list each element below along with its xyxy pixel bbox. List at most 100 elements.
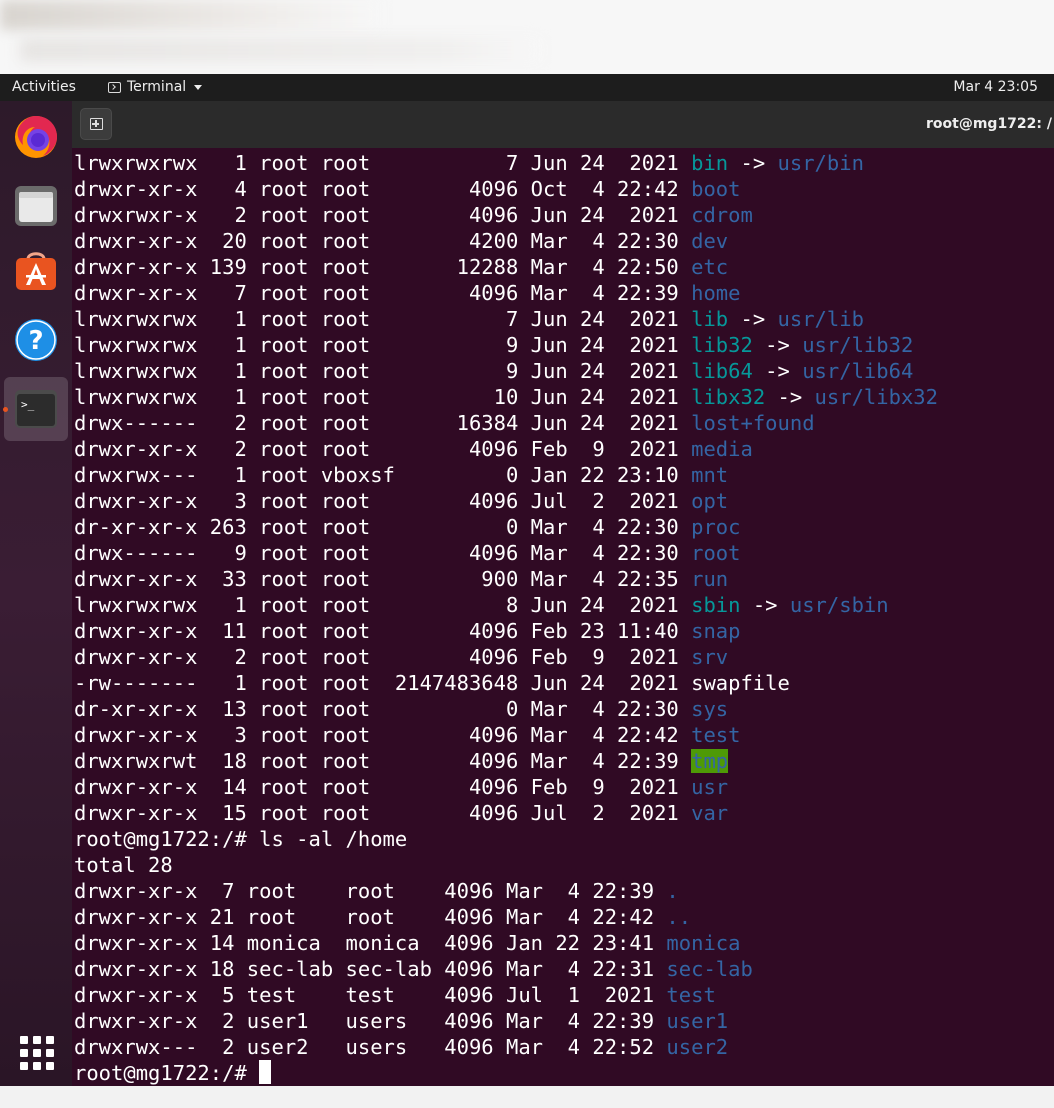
terminal-line: lrwxrwxrwx 1 root root 9 Jun 24 2021 lib… [74, 358, 938, 384]
activities-button[interactable]: Activities [12, 79, 76, 95]
file-name: sys [691, 697, 729, 721]
line-text: lrwxrwxrwx 1 root root 9 Jun 24 2021 [74, 333, 692, 357]
file-name: usr/libx32 [814, 385, 938, 409]
terminal-line: -rw------- 1 root root 2147483648 Jun 24… [74, 670, 938, 696]
line-text: drwxr-xr-x 3 root root 4096 Jul 2 2021 [74, 489, 692, 513]
terminal-line: lrwxrwxrwx 1 root root 10 Jun 24 2021 li… [74, 384, 938, 410]
line-text: drwxr-xr-x 20 root root 4200 Mar 4 22:30 [74, 229, 692, 253]
terminal-line: drwxr-xr-x 14 root root 4096 Feb 9 2021 … [74, 774, 938, 800]
file-name: monica [666, 931, 741, 955]
terminal-line: drwxr-xr-x 7 root root 4096 Mar 4 22:39 … [74, 878, 938, 904]
line-text: dr-xr-xr-x 263 root root 0 Mar 4 22:30 [74, 515, 692, 539]
line-text: drwxr-xr-x 7 root root 4096 Mar 4 22:39 [74, 879, 667, 903]
line-text: lrwxrwxrwx 1 root root 10 Jun 24 2021 [74, 385, 692, 409]
terminal-line: drwxrwxrwt 18 root root 4096 Mar 4 22:39… [74, 748, 938, 774]
file-name: opt [691, 489, 729, 513]
file-name: usr/lib [777, 307, 864, 331]
shell-prompt: root@mg1722:/# [74, 1061, 260, 1085]
gnome-top-bar: Activities Terminal Mar 4 23:05 [0, 74, 1054, 101]
line-text: lrwxrwxrwx 1 root root 8 Jun 24 2021 [74, 593, 692, 617]
desktop-bottom-strip [0, 1086, 1054, 1108]
file-name: srv [691, 645, 729, 669]
terminal-line: drwxr-xr-x 18 sec-lab sec-lab 4096 Mar 4… [74, 956, 938, 982]
help-icon[interactable]: ? [13, 317, 59, 363]
terminal-line: drwx------ 2 root root 16384 Jun 24 2021… [74, 410, 938, 436]
file-name: . [666, 879, 679, 903]
line-text: drwxr-xr-x 14 monica monica 4096 Jan 22 … [74, 931, 667, 955]
file-name: boot [691, 177, 741, 201]
chevron-down-icon [194, 84, 203, 90]
line-text: total 28 [74, 853, 173, 877]
firefox-icon[interactable] [13, 113, 59, 159]
file-name: user1 [666, 1009, 729, 1033]
terminal-output[interactable]: lrwxrwxrwx 1 root root 7 Jun 24 2021 bin… [72, 148, 1054, 1086]
terminal-line: drwxr-xr-x 14 monica monica 4096 Jan 22 … [74, 930, 938, 956]
app-menu-terminal[interactable]: Terminal [108, 79, 203, 95]
line-text: drwxr-xr-x 33 root root 900 Mar 4 22:35 [74, 567, 692, 591]
file-name: proc [691, 515, 741, 539]
line-text: lrwxrwxrwx 1 root root 9 Jun 24 2021 [74, 359, 692, 383]
file-name: cdrom [691, 203, 753, 227]
terminal-icon [108, 81, 121, 93]
window-title: root@mg1722: / [926, 116, 1052, 132]
line-text: drwxr-xr-x 4 root root 4096 Oct 4 22:42 [74, 177, 692, 201]
line-text: drwxrwx--- 2 user2 users 4096 Mar 4 22:5… [74, 1035, 667, 1059]
software-store-icon[interactable] [13, 247, 59, 293]
file-name: lib64 [691, 359, 753, 383]
terminal-line: lrwxrwxrwx 1 root root 9 Jun 24 2021 lib… [74, 332, 938, 358]
terminal-icon[interactable]: >_ [13, 386, 59, 432]
prompt-line[interactable]: root@mg1722:/# [74, 1060, 938, 1086]
terminal-line: drwxr-xr-x 2 root root 4096 Feb 9 2021 s… [74, 644, 938, 670]
terminal-line: lrwxrwxrwx 1 root root 7 Jun 24 2021 bin… [74, 150, 938, 176]
file-name: test [691, 723, 741, 747]
running-indicator [3, 407, 8, 412]
file-name: lib [691, 307, 729, 331]
line-text: drwxr-xr-x 18 sec-lab sec-lab 4096 Mar 4… [74, 957, 667, 981]
line-text: -> [728, 307, 778, 331]
svg-text:>_: >_ [21, 398, 35, 411]
line-text: drwxr-xr-x 2 root root 4096 Feb 9 2021 [74, 437, 692, 461]
terminal-line: lrwxrwxrwx 1 root root 7 Jun 24 2021 lib… [74, 306, 938, 332]
line-text: dr-xr-xr-x 13 root root 0 Mar 4 22:30 [74, 697, 692, 721]
show-apps-icon[interactable] [20, 1036, 54, 1070]
terminal-line: drwxrwx--- 2 user2 users 4096 Mar 4 22:5… [74, 1034, 938, 1060]
file-name: .. [666, 905, 692, 929]
terminal-line: drwxr-xr-x 7 root root 4096 Mar 4 22:39 … [74, 280, 938, 306]
file-name: run [691, 567, 729, 591]
file-name: snap [691, 619, 741, 643]
dock: ? >_ [0, 101, 72, 1086]
file-name: etc [691, 255, 729, 279]
file-name: usr/lib32 [802, 333, 914, 357]
terminal-line: drwx------ 9 root root 4096 Mar 4 22:30 … [74, 540, 938, 566]
line-text: -> [752, 359, 803, 383]
line-text: drwxr-xr-x 2 user1 users 4096 Mar 4 22:3… [74, 1009, 667, 1033]
file-name: sbin [691, 593, 741, 617]
new-tab-icon [90, 118, 103, 130]
file-name: usr/bin [777, 151, 864, 175]
new-tab-button[interactable] [80, 108, 112, 140]
app-menu-label: Terminal [127, 79, 187, 95]
svg-text:?: ? [28, 326, 43, 356]
terminal-line: drwxrwxr-x 2 root root 4096 Jun 24 2021 … [74, 202, 938, 228]
file-name: dev [691, 229, 729, 253]
file-name: media [691, 437, 753, 461]
file-name: usr [691, 775, 729, 799]
terminal-line: drwxr-xr-x 4 root root 4096 Oct 4 22:42 … [74, 176, 938, 202]
file-name: var [691, 801, 729, 825]
file-name: user2 [666, 1035, 729, 1059]
terminal-line: drwxr-xr-x 3 root root 4096 Jul 2 2021 o… [74, 488, 938, 514]
line-text: drwxrwx--- 1 root vboxsf 0 Jan 22 23:10 [74, 463, 692, 487]
blurred-region [0, 0, 380, 30]
terminal-line: drwxr-xr-x 3 root root 4096 Mar 4 22:42 … [74, 722, 938, 748]
line-text: drwx------ 9 root root 4096 Mar 4 22:30 [74, 541, 692, 565]
files-icon[interactable] [13, 183, 59, 229]
clock[interactable]: Mar 4 23:05 [953, 79, 1038, 95]
line-text: drwxrwxr-x 2 root root 4096 Jun 24 2021 [74, 203, 692, 227]
line-text: drwxr-xr-x 2 root root 4096 Feb 9 2021 [74, 645, 692, 669]
line-text: drwxr-xr-x 21 root root 4096 Mar 4 22:42 [74, 905, 667, 929]
terminal-line: drwxr-xr-x 15 root root 4096 Jul 2 2021 … [74, 800, 938, 826]
terminal-line: drwxr-xr-x 5 test test 4096 Jul 1 2021 t… [74, 982, 938, 1008]
file-name: libx32 [691, 385, 766, 409]
file-name: test [666, 983, 716, 1007]
file-name: lost+found [691, 411, 815, 435]
